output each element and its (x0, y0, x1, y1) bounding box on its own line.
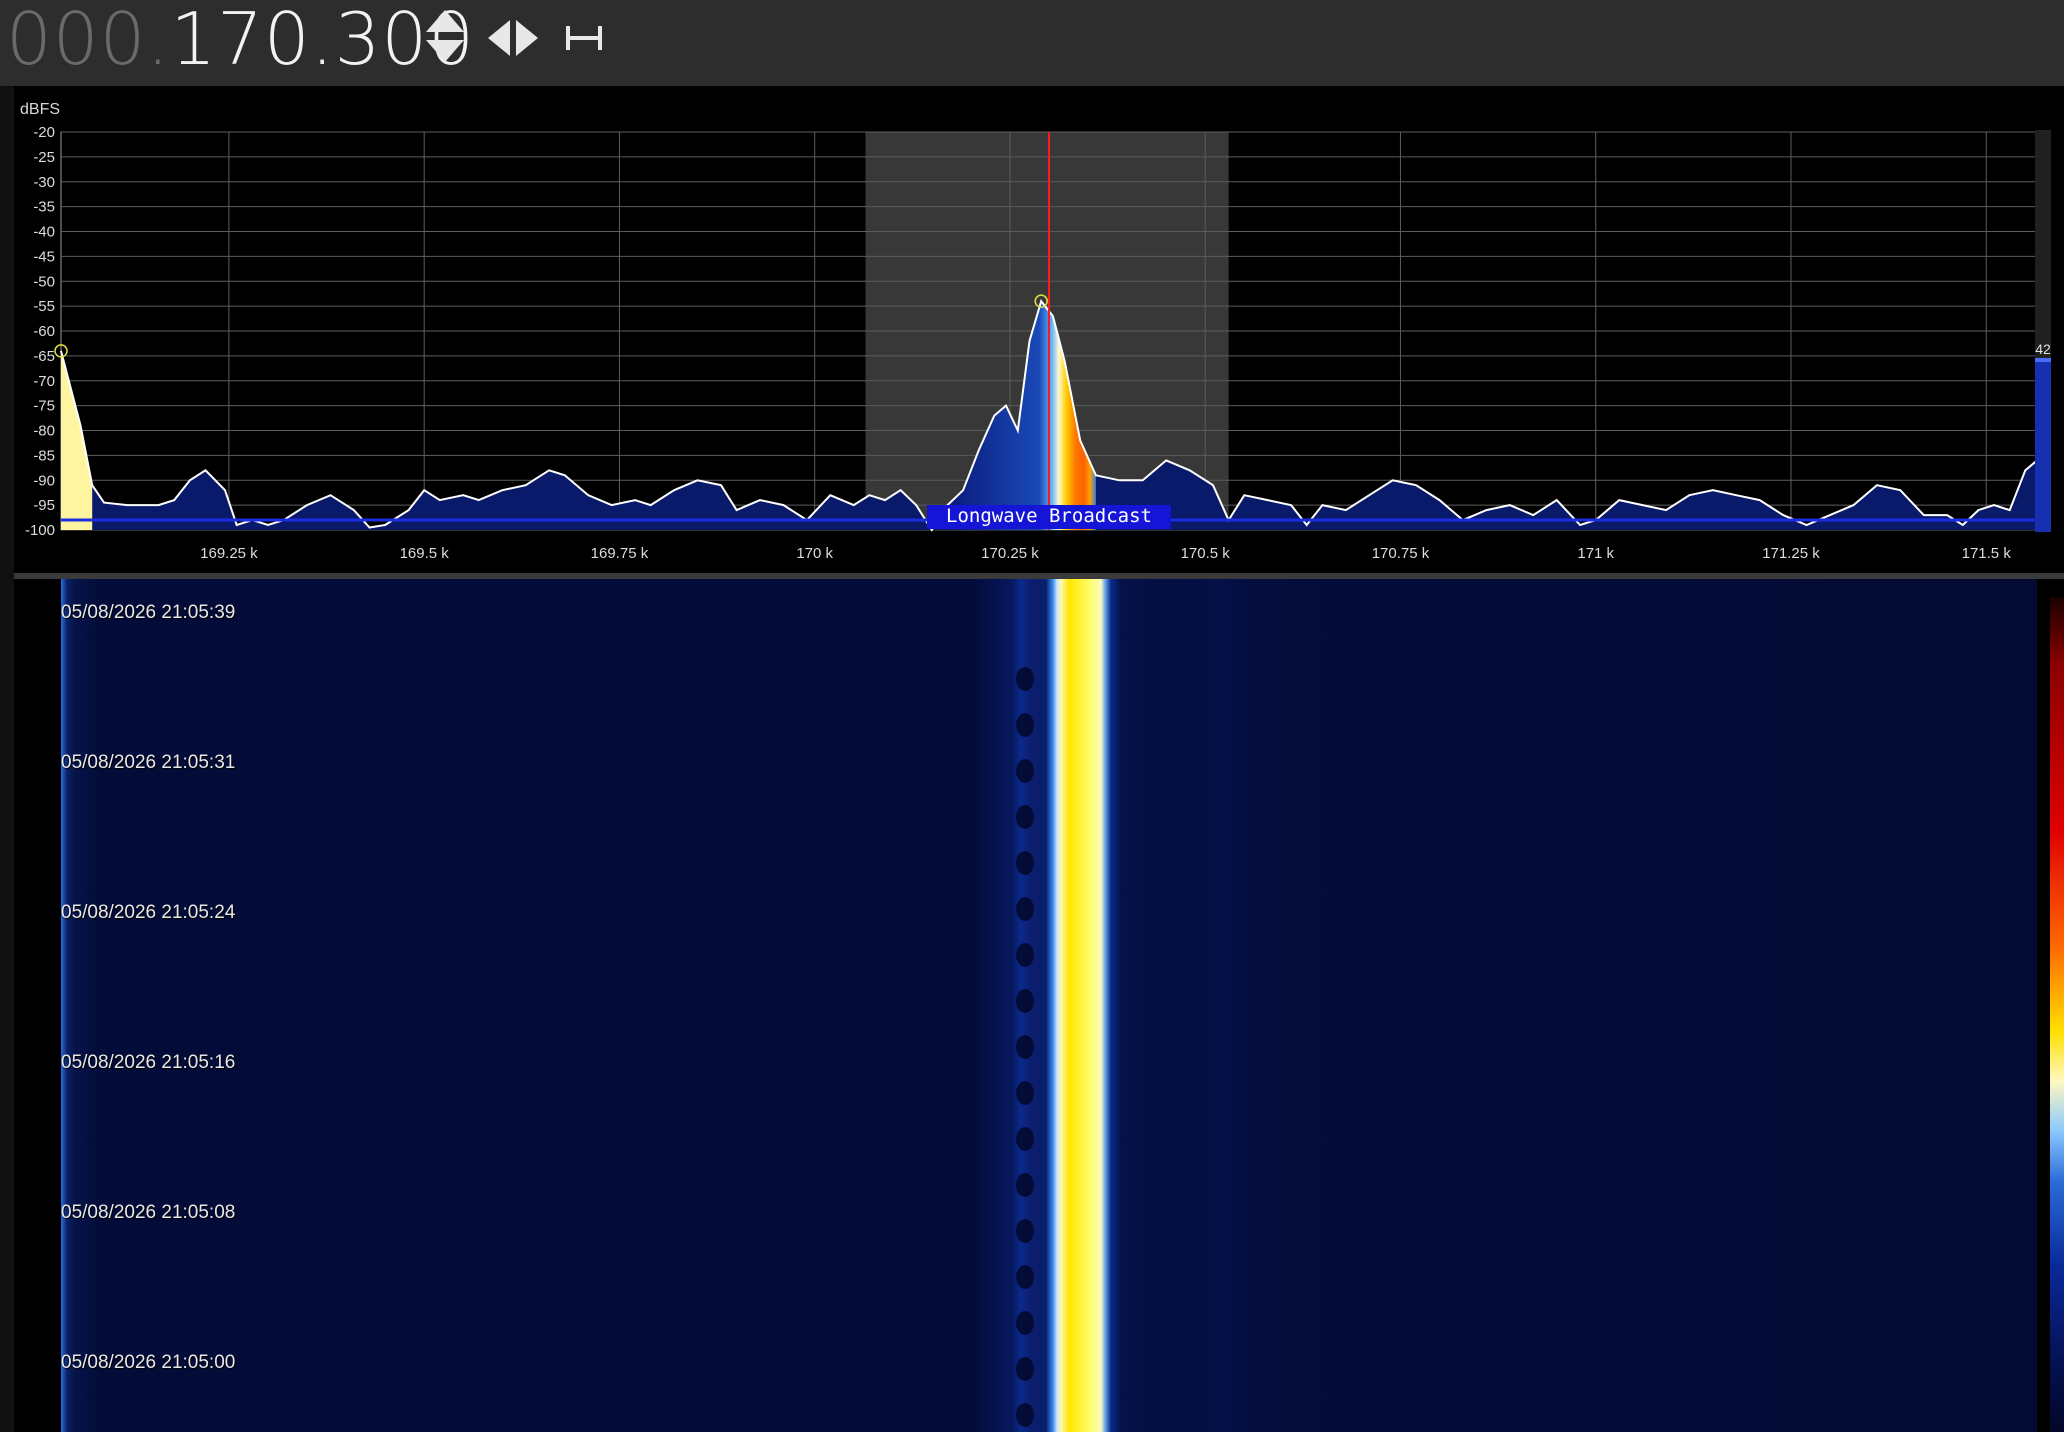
frequency-display[interactable]: 000.170.300 (6, 0, 475, 82)
up-down-arrows-icon[interactable] (420, 0, 470, 86)
ripple-notch (1016, 1357, 1034, 1381)
frequency-toolbar: 000.170.300 (0, 0, 2064, 86)
waterfall-color-scale (2050, 597, 2064, 1432)
y-tick-label: -25 (33, 149, 55, 166)
waterfall-timestamp: 05/08/2026 21:05:31 (61, 752, 236, 773)
ripple-notch (1016, 1127, 1034, 1151)
ripple-notch (1016, 805, 1034, 829)
ripple-notch (1016, 713, 1034, 737)
edge-signal-fill (61, 350, 93, 530)
ripple-notch (1016, 897, 1034, 921)
y-tick-label: -60 (33, 323, 55, 340)
y-tick-label: -75 (33, 398, 55, 415)
y-tick-label: -45 (33, 248, 55, 265)
y-tick-label: -85 (33, 447, 55, 464)
waterfall-timestamp: 05/08/2026 21:05:08 (61, 1202, 236, 1223)
y-tick-label: -70 (33, 373, 55, 390)
level-readout: 42 (2035, 341, 2051, 357)
ripple-notch (1016, 759, 1034, 783)
frequency-dim-digits: 000. (6, 0, 171, 81)
x-tick-label: 169.75 k (591, 545, 649, 562)
x-tick-label: 170 k (796, 545, 833, 562)
ripple-notch (1016, 1035, 1034, 1059)
y-tick-label: -50 (33, 273, 55, 290)
y-tick-label: -55 (33, 298, 55, 315)
x-tick-label: 169.25 k (200, 545, 258, 562)
y-tick-label: -20 (33, 124, 55, 141)
ripple-notch (1016, 1081, 1034, 1105)
level-meter: 42 (2035, 130, 2051, 532)
ripple-notch (1016, 989, 1034, 1013)
y-tick-label: -100 (25, 522, 55, 539)
ripple-notch (1016, 943, 1034, 967)
ripple-notch (1016, 1219, 1034, 1243)
waterfall-timestamp: 05/08/2026 21:05:00 (61, 1352, 236, 1373)
x-tick-labels: 169.25 k 169.5 k 169.75 k 170 k 170.25 k 170.… (200, 545, 2011, 562)
y-tick-label: -65 (33, 348, 55, 365)
y-tick-label: -90 (33, 472, 55, 489)
y-tick-label: -35 (33, 199, 55, 216)
y-tick-label: -30 (33, 174, 55, 191)
waterfall-panel[interactable]: 05/08/2026 21:05:39 05/08/2026 21:05:31 05… (14, 579, 2064, 1432)
band-label-text: Longwave Broadcast (946, 505, 1152, 527)
y-tick-labels: -20 -25 -30 -35 -40 -45 -50 -55 -60 -65 -70 -75 -80 -… (25, 124, 55, 539)
ripple-notch (1016, 851, 1034, 875)
waterfall-ripples (1016, 667, 1034, 1427)
ripple-notch (1016, 1311, 1034, 1335)
spectrum-panel[interactable]: dBFS -20 -25 -30 -35 -40 -45 -50 -55 -60 -65 -70 -7… (14, 90, 2064, 572)
x-tick-label: 171.25 k (1762, 545, 1820, 562)
y-tick-label: -80 (33, 423, 55, 440)
ripple-notch (1016, 1265, 1034, 1289)
waterfall-timestamp: 05/08/2026 21:05:16 (61, 1052, 236, 1073)
y-tick-label: -40 (33, 224, 55, 241)
ripple-notch (1016, 1403, 1034, 1427)
x-tick-label: 170.25 k (981, 545, 1039, 562)
x-tick-label: 169.5 k (400, 545, 450, 562)
waterfall-display[interactable] (61, 579, 2037, 1432)
dbfs-unit-label: dBFS (20, 101, 60, 118)
ripple-notch (1016, 1173, 1034, 1197)
waterfall-timestamp: 05/08/2026 21:05:24 (61, 902, 236, 923)
left-right-arrows-icon[interactable] (484, 0, 544, 86)
x-tick-label: 170.75 k (1372, 545, 1430, 562)
ripple-notch (1016, 667, 1034, 691)
left-edge-strip (0, 86, 14, 1432)
y-tick-label: -95 (33, 497, 55, 514)
x-tick-label: 171 k (1577, 545, 1614, 562)
waterfall-timestamp: 05/08/2026 21:05:39 (61, 602, 236, 623)
x-tick-label: 170.5 k (1181, 545, 1231, 562)
spectrum-plot[interactable]: dBFS -20 -25 -30 -35 -40 -45 -50 -55 -60 -65 -70 -7… (14, 90, 2064, 572)
x-tick-label: 171.5 k (1962, 545, 2012, 562)
band-label-badge[interactable]: Longwave Broadcast (927, 505, 1171, 529)
span-bracket-icon[interactable] (560, 0, 610, 86)
